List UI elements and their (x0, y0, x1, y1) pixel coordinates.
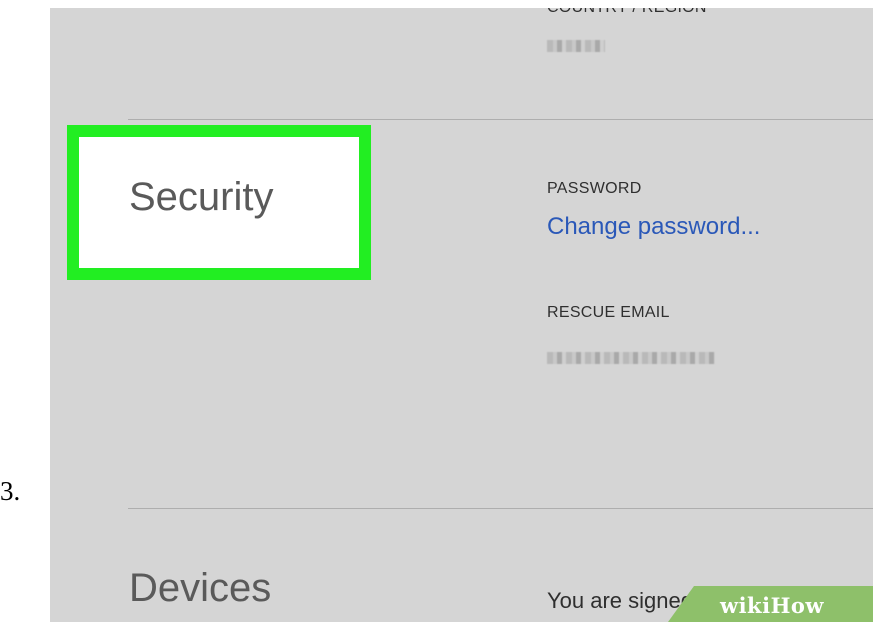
devices-section-title: Devices (129, 566, 272, 610)
change-password-link[interactable]: Change password... (547, 213, 760, 241)
password-label: PASSWORD (547, 180, 642, 197)
section-divider (128, 119, 873, 120)
section-divider (128, 508, 873, 509)
country-region-label: COUNTRY / REGION (547, 8, 707, 17)
country-value-redacted (547, 40, 605, 52)
account-settings-screen: COUNTRY / REGION Security PASSWORD Chang… (50, 8, 873, 622)
wikihow-watermark: wikiHow (668, 586, 873, 622)
rescue-email-label: RESCUE EMAIL (547, 304, 670, 321)
step-number: 3. (0, 476, 21, 506)
wikihow-logo-text: wikiHow (720, 593, 825, 618)
rescue-email-value-redacted (547, 352, 715, 364)
security-section-title: Security (129, 175, 274, 219)
